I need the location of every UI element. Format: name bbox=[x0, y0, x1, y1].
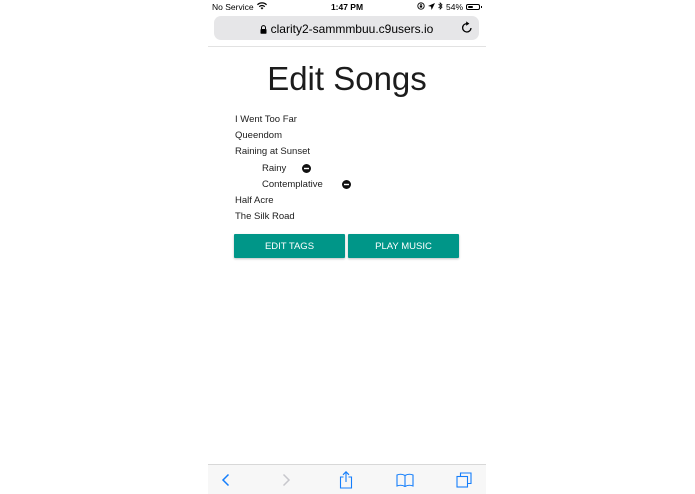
status-bar: No Service 1:47 PM 54% bbox=[208, 0, 486, 14]
remove-tag-icon[interactable] bbox=[342, 179, 351, 195]
address-bar[interactable]: clarity2-sammmbuu.c9users.io bbox=[214, 16, 479, 40]
song-item[interactable]: I Went Too Far bbox=[235, 112, 351, 128]
bookmarks-icon[interactable] bbox=[395, 471, 415, 489]
phone-screen: No Service 1:47 PM 54% clarity2-sammmbuu… bbox=[208, 0, 486, 494]
battery-level bbox=[468, 6, 474, 8]
edit-tags-button[interactable]: EDIT TAGS bbox=[234, 234, 345, 258]
play-music-button[interactable]: PLAY MUSIC bbox=[348, 234, 459, 258]
tag-label: Contemplative bbox=[262, 178, 323, 190]
status-right: 54% bbox=[417, 2, 482, 12]
url-display[interactable]: clarity2-sammmbuu.c9users.io bbox=[214, 22, 479, 37]
action-buttons: EDIT TAGS PLAY MUSIC bbox=[234, 234, 459, 258]
battery-text: 54% bbox=[445, 2, 463, 12]
tabs-icon[interactable] bbox=[454, 471, 474, 489]
battery-icon bbox=[466, 4, 482, 10]
tag-label: Rainy bbox=[262, 162, 287, 174]
back-icon[interactable] bbox=[216, 471, 236, 489]
forward-icon[interactable] bbox=[276, 471, 296, 489]
header-divider bbox=[208, 46, 486, 47]
song-item[interactable]: Raining at Sunset bbox=[235, 144, 351, 160]
lock-icon bbox=[260, 23, 267, 37]
url-text: clarity2-sammmbuu.c9users.io bbox=[270, 22, 434, 36]
song-tag: Rainy bbox=[235, 161, 351, 177]
browser-toolbar bbox=[208, 464, 486, 494]
orientation-lock-icon bbox=[417, 2, 425, 12]
song-item[interactable]: The Silk Road bbox=[235, 209, 351, 225]
song-tag: Contemplative bbox=[235, 177, 351, 193]
song-item[interactable]: Half Acre bbox=[235, 193, 351, 209]
song-item[interactable]: Queendom bbox=[235, 128, 351, 144]
page-title: Edit Songs bbox=[267, 60, 427, 97]
reload-icon[interactable] bbox=[461, 21, 473, 39]
share-icon[interactable] bbox=[336, 471, 356, 489]
location-icon bbox=[427, 2, 435, 12]
song-list: I Went Too Far Queendom Raining at Sunset R… bbox=[235, 112, 351, 225]
bluetooth-icon bbox=[438, 2, 443, 12]
